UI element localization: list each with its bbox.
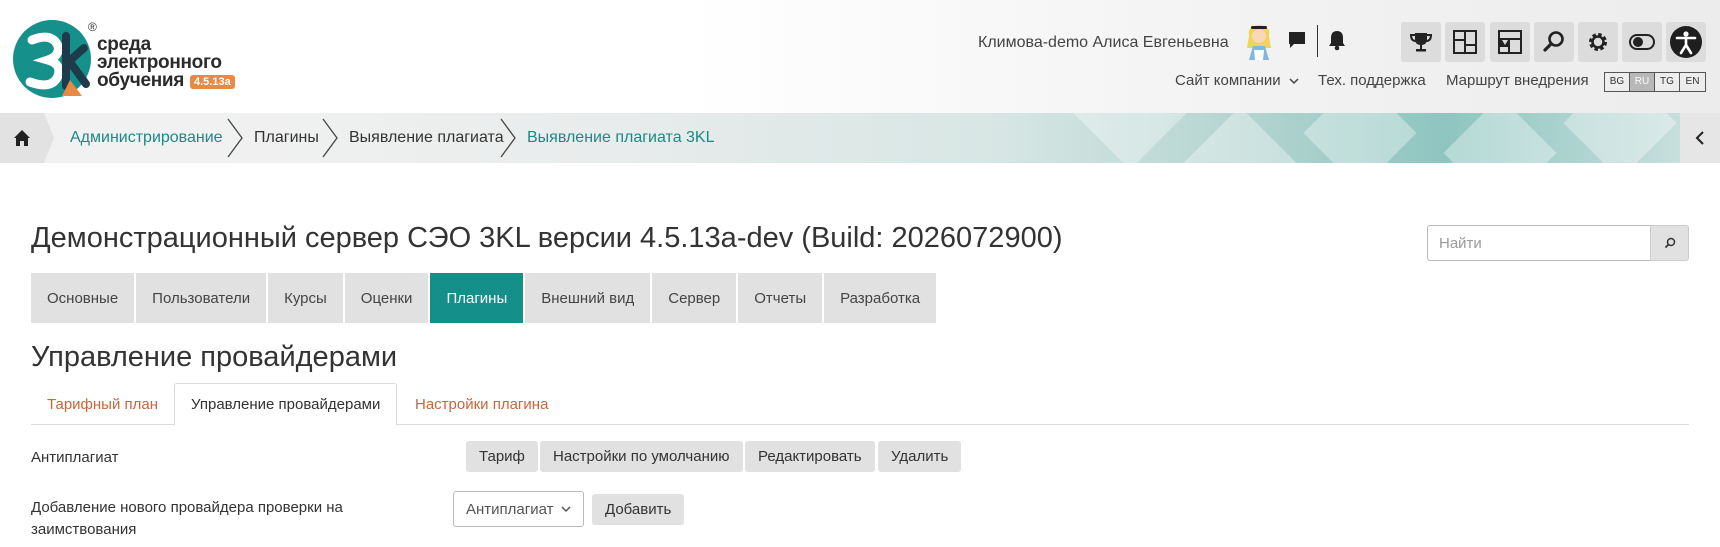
chat-bubble-icon: [1289, 32, 1305, 48]
logo-3k-icon: [13, 20, 91, 98]
tab-provider-management[interactable]: Управление провайдерами: [174, 383, 398, 426]
admin-search-input[interactable]: [1427, 225, 1651, 261]
chevron-left-icon: [1695, 131, 1704, 145]
delete-button[interactable]: Удалить: [878, 441, 962, 472]
breadcrumb-plagiarism-3kl[interactable]: Выявление плагиата 3KL: [527, 129, 715, 147]
support-link[interactable]: Тех. поддержка: [1318, 72, 1426, 89]
lang-en[interactable]: EN: [1680, 73, 1705, 91]
layout-icon: [1498, 30, 1522, 54]
accessibility-icon: [1670, 26, 1702, 58]
settings-button[interactable]: [1578, 22, 1618, 62]
tariff-button[interactable]: Тариф: [466, 441, 538, 472]
logo-version-badge: 4.5.13a: [190, 75, 235, 89]
section-tabs: Тарифный план Управление провайдерами На…: [31, 383, 1689, 426]
global-search-button[interactable]: [1534, 22, 1574, 62]
tab-server[interactable]: Сервер: [652, 273, 737, 323]
collapse-panel-button[interactable]: [1680, 113, 1720, 163]
route-link[interactable]: Маршрут внедрения: [1446, 72, 1589, 89]
dashboard-icon: [1453, 30, 1477, 54]
page-title: Демонстрационный сервер СЭО 3KL версии 4…: [31, 222, 1063, 254]
tab-tariff-plan[interactable]: Тарифный план: [31, 383, 174, 426]
tab-grades[interactable]: Оценки: [344, 273, 429, 323]
chevron-down-icon: [561, 506, 571, 513]
layout-button[interactable]: [1490, 22, 1530, 62]
company-site-link[interactable]: Сайт компании: [1175, 72, 1299, 89]
decor-shape: [1563, 113, 1677, 163]
provider-select-value: Антиплагиат: [466, 500, 554, 518]
admin-search: [1427, 225, 1689, 261]
edit-button[interactable]: Редактировать: [745, 441, 875, 472]
search-icon: [1664, 237, 1675, 249]
lang-tg[interactable]: TG: [1655, 73, 1680, 91]
gear-icon: [1589, 33, 1607, 51]
trophy-icon: [1409, 33, 1433, 52]
tab-plugins[interactable]: Плагины: [430, 273, 524, 323]
chevron-down-icon: [1289, 78, 1299, 85]
accessibility-button[interactable]: [1666, 22, 1706, 62]
decor-shape: [1303, 113, 1417, 163]
alice-avatar-icon: [1247, 25, 1271, 60]
logo-registered-mark: ®: [88, 20, 97, 34]
tab-general[interactable]: Основные: [31, 273, 135, 323]
breadcrumb: Администрирование Плагины Выявление плаг…: [0, 113, 1720, 163]
notifications-icon[interactable]: [1325, 28, 1349, 52]
lang-bg[interactable]: BG: [1605, 73, 1630, 91]
breadcrumb-plagiarism[interactable]: Выявление плагиата: [349, 129, 504, 147]
tab-courses[interactable]: Курсы: [268, 273, 343, 323]
add-provider-button[interactable]: Добавить: [592, 494, 685, 525]
decor-shape: [1073, 113, 1187, 163]
tab-development[interactable]: Разработка: [824, 273, 937, 323]
breadcrumb-separator-icon: [322, 118, 338, 158]
provider-select[interactable]: Антиплагиат: [453, 491, 584, 527]
decor-shape: [1183, 113, 1297, 163]
company-site-label: Сайт компании: [1175, 72, 1281, 89]
tab-appearance[interactable]: Внешний вид: [525, 273, 651, 323]
lang-ru[interactable]: RU: [1630, 73, 1655, 91]
section-title: Управление провайдерами: [31, 341, 398, 373]
site-header: ® среда электронного обучения 4.5.13a Кл…: [0, 0, 1720, 113]
home-icon: [14, 130, 30, 146]
provider-name: Антиплагиат: [31, 449, 119, 466]
search-icon: [1543, 31, 1564, 52]
logo[interactable]: ® среда электронного обучения 4.5.13a: [0, 0, 240, 113]
add-provider-label: Добавление нового провайдера проверки на…: [31, 499, 343, 538]
theme-toggle-button[interactable]: [1622, 22, 1662, 62]
breadcrumb-separator-icon: [227, 118, 243, 158]
tab-reports[interactable]: Отчеты: [738, 273, 823, 323]
tab-plugin-settings[interactable]: Настройки плагина: [399, 383, 564, 426]
achievements-button[interactable]: [1401, 22, 1441, 62]
breadcrumb-plugins[interactable]: Плагины: [254, 129, 319, 147]
toggle-icon: [1629, 34, 1655, 50]
default-settings-button[interactable]: Настройки по умолчанию: [540, 441, 743, 472]
decor-shape: [1443, 113, 1557, 163]
user-avatar[interactable]: [1243, 22, 1275, 60]
header-divider: [1317, 25, 1318, 57]
dashboard-button[interactable]: [1445, 22, 1485, 62]
admin-tabs: Основные Пользователи Курсы Оценки Плаги…: [31, 273, 938, 323]
admin-search-button[interactable]: [1650, 225, 1689, 261]
user-name[interactable]: Климова-demo Алиса Евгеньевна: [978, 34, 1229, 52]
bell-icon: [1329, 31, 1345, 51]
breadcrumb-administration[interactable]: Администрирование: [70, 129, 223, 147]
messages-icon[interactable]: [1285, 28, 1309, 52]
home-link[interactable]: [0, 113, 54, 163]
tab-users[interactable]: Пользователи: [136, 273, 267, 323]
breadcrumb-separator-icon: [500, 118, 516, 158]
language-switcher: BG RU TG EN: [1604, 72, 1706, 92]
